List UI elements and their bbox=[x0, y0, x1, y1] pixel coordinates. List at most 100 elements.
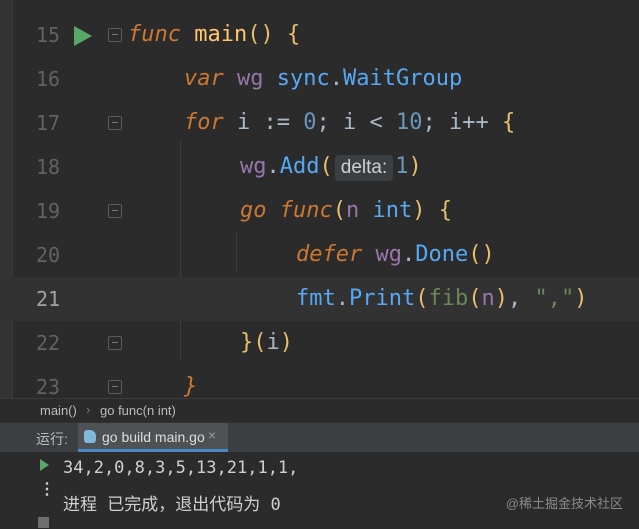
code-token: . bbox=[335, 286, 349, 311]
code-line[interactable]: 18 wg.Add(delta: 1) bbox=[0, 145, 639, 189]
code-token: . bbox=[401, 242, 416, 267]
code-token: func bbox=[128, 22, 181, 47]
run-tab-label: go build main.go bbox=[102, 429, 205, 445]
code-token: WaitGroup bbox=[342, 66, 463, 91]
code-token: Print bbox=[349, 286, 416, 311]
line-number: 23 bbox=[36, 375, 61, 398]
console-output-line: 34,2,0,8,3,5,13,21,1,1, bbox=[63, 458, 299, 478]
code-token: 10 bbox=[395, 110, 423, 135]
parameter-value: 1 bbox=[395, 154, 409, 179]
code-line[interactable]: 20 defer wg.Done() bbox=[0, 233, 639, 277]
code-token: ; i++ bbox=[422, 110, 502, 135]
line-number: 19 bbox=[36, 199, 61, 223]
line-number: 16 bbox=[36, 67, 61, 91]
code-line[interactable]: 15 func main() { bbox=[0, 13, 639, 57]
code-token: defer bbox=[296, 242, 363, 267]
fold-icon[interactable] bbox=[108, 116, 122, 130]
code-token: ) bbox=[574, 286, 588, 311]
code-token: Done bbox=[415, 242, 469, 267]
code-text: func main() { bbox=[128, 22, 300, 48]
breadcrumb-item-go-func[interactable]: go func(n int) bbox=[100, 403, 176, 418]
more-icon[interactable]: ⋮ bbox=[39, 482, 55, 498]
code-editor[interactable]: 15 func main() { 16 var wg sync.WaitGrou… bbox=[0, 0, 639, 398]
code-token: sync bbox=[276, 66, 330, 91]
run-toolbar-strip bbox=[0, 452, 30, 529]
run-panel-label: 运行: bbox=[36, 431, 68, 447]
code-token: ; i < bbox=[316, 110, 396, 135]
code-token: } bbox=[240, 330, 254, 355]
code-token: go bbox=[240, 198, 267, 223]
fold-icon[interactable] bbox=[108, 28, 122, 42]
line-number: 18 bbox=[36, 155, 61, 179]
code-text: fmt.Print(fib(n), ",") bbox=[296, 286, 587, 312]
parameter-hint: delta: bbox=[334, 155, 394, 181]
code-token: , bbox=[507, 286, 535, 311]
breadcrumb-separator: › bbox=[86, 402, 91, 417]
breadcrumb: main() › go func(n int) bbox=[0, 398, 639, 422]
fold-icon[interactable] bbox=[108, 380, 122, 394]
code-token: ) bbox=[279, 330, 293, 355]
rerun-icon[interactable] bbox=[40, 459, 49, 471]
go-file-icon bbox=[84, 430, 96, 443]
code-text: go func(n int) { bbox=[240, 198, 452, 224]
code-token: n bbox=[345, 198, 360, 223]
code-text: } bbox=[184, 374, 197, 398]
code-token: . bbox=[266, 154, 280, 179]
code-text: wg.Add(delta: 1) bbox=[240, 154, 422, 181]
close-icon[interactable]: × bbox=[208, 427, 216, 443]
code-text: defer wg.Done() bbox=[296, 242, 495, 268]
code-token: for bbox=[184, 110, 224, 135]
code-token: wg bbox=[240, 154, 267, 179]
code-token: ( bbox=[332, 198, 346, 223]
code-token: ( bbox=[468, 286, 482, 311]
code-line[interactable]: 23 } bbox=[0, 365, 639, 398]
code-token: . bbox=[329, 66, 343, 91]
code-line[interactable]: 19 go func(n int) { bbox=[0, 189, 639, 233]
code-token: ( bbox=[319, 154, 333, 179]
code-token: "," bbox=[534, 286, 575, 311]
run-tab[interactable]: go build main.go × bbox=[78, 423, 228, 452]
code-token: main bbox=[194, 22, 248, 47]
code-token: ( bbox=[415, 286, 429, 311]
breadcrumb-item-main[interactable]: main() bbox=[40, 403, 77, 418]
code-token: n bbox=[481, 286, 495, 311]
closing-paren: ) bbox=[408, 154, 422, 179]
code-token: wg bbox=[375, 242, 402, 267]
run-panel-header: 运行: go build main.go × bbox=[0, 422, 639, 452]
line-number: 21 bbox=[36, 287, 61, 311]
code-text: for i := 0; i < 10; i++ { bbox=[184, 110, 515, 136]
code-token: var bbox=[184, 66, 224, 91]
code-token: fib bbox=[428, 286, 469, 311]
line-number: 15 bbox=[36, 23, 61, 47]
run-output-panel[interactable]: ⋮ 34,2,0,8,3,5,13,21,1,1, 进程 已完成，退出代码为 0… bbox=[0, 452, 639, 529]
fold-icon[interactable] bbox=[108, 204, 122, 218]
code-token: ( bbox=[253, 330, 267, 355]
code-token: { bbox=[501, 110, 516, 135]
code-token: i bbox=[266, 330, 280, 355]
fold-icon[interactable] bbox=[108, 336, 122, 350]
stop-icon[interactable] bbox=[38, 517, 49, 528]
code-token: func bbox=[279, 198, 333, 223]
code-token: Add bbox=[279, 154, 320, 179]
code-line-current[interactable]: 21 fmt.Print(fib(n), ",") bbox=[0, 277, 639, 321]
code-token: int bbox=[372, 198, 413, 223]
code-token: () bbox=[468, 242, 495, 267]
code-line[interactable]: 22 }(i) bbox=[0, 321, 639, 365]
line-number: 22 bbox=[36, 331, 61, 355]
code-token: ) bbox=[494, 286, 508, 311]
line-number: 17 bbox=[36, 111, 61, 135]
code-line[interactable]: 16 var wg sync.WaitGroup bbox=[0, 57, 639, 101]
console-exit-message: 进程 已完成，退出代码为 0 bbox=[63, 495, 281, 515]
code-line[interactable]: 17 for i := 0; i < 10; i++ { bbox=[0, 101, 639, 145]
code-token: { bbox=[438, 198, 452, 223]
code-token: i := bbox=[223, 110, 304, 135]
run-gutter-icon[interactable] bbox=[74, 26, 92, 46]
code-token: fmt bbox=[296, 286, 336, 311]
code-token: 0 bbox=[303, 110, 317, 135]
